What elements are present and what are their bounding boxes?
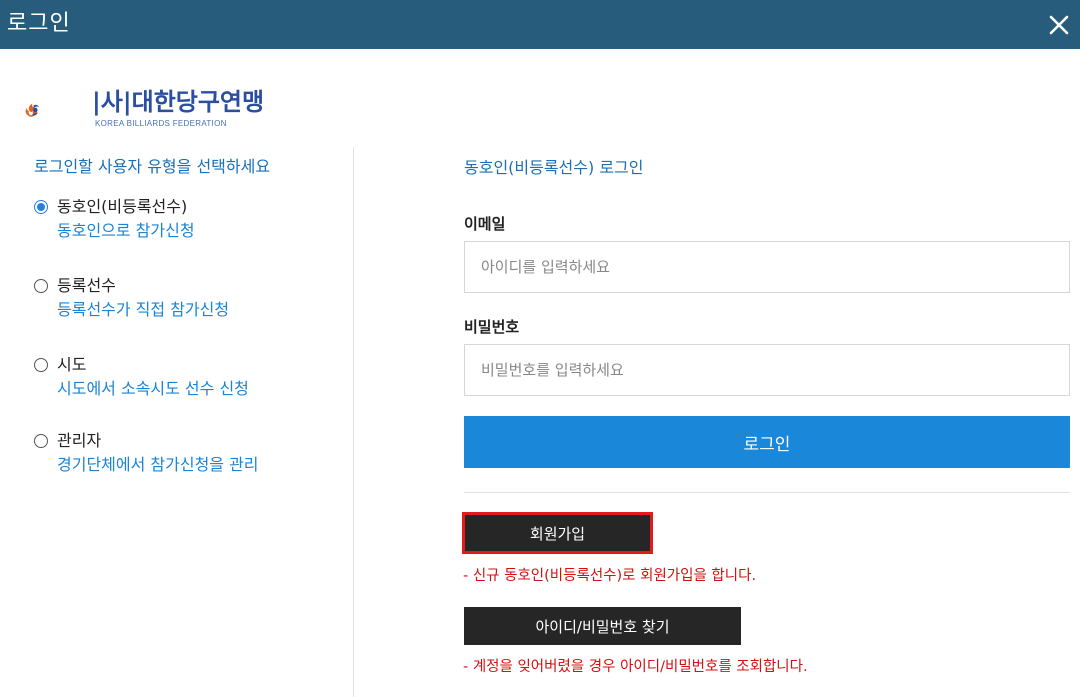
window-title: 로그인 [7, 11, 71, 36]
login-form-heading: 동호인(비등록선수) 로그인 [464, 158, 644, 177]
role-option-province[interactable]: 시도 시도에서 소속시도 선수 신청 [34, 353, 249, 401]
find-account-note: - 계정을 잊어버렸을 경우 아이디/비밀번호를 조회합니다. [463, 659, 808, 675]
role-label: 등록선수 [57, 276, 116, 295]
role-label: 동호인(비등록선수) [57, 197, 188, 216]
title-bar: 로그인 [0, 0, 1080, 49]
role-label: 관리자 [57, 431, 102, 450]
brand-subtitle: KOREA BILLIARDS FEDERATION [95, 119, 227, 128]
role-description[interactable]: 경기단체에서 참가신청을 관리 [57, 453, 259, 477]
signup-note: - 신규 동호인(비등록선수)로 회원가입을 합니다. [463, 568, 757, 584]
close-icon[interactable] [1048, 14, 1070, 36]
panel-divider [353, 147, 354, 697]
section-divider [464, 492, 1070, 493]
password-field[interactable] [464, 344, 1070, 396]
radio-button[interactable] [34, 279, 48, 293]
brand-name: |사|대한당구연맹 [92, 88, 265, 116]
login-button[interactable]: 로그인 [464, 416, 1070, 468]
role-label: 시도 [57, 355, 87, 374]
radio-button[interactable] [34, 358, 48, 372]
role-option-hobbyist[interactable]: 동호인(비등록선수) 동호인으로 참가신청 [34, 195, 195, 243]
email-label: 이메일 [464, 215, 506, 233]
radio-button[interactable] [34, 434, 48, 448]
password-label: 비밀번호 [464, 318, 520, 336]
federation-logo-icon [25, 103, 39, 117]
role-option-registered-player[interactable]: 등록선수 등록선수가 직접 참가신청 [34, 274, 229, 322]
role-description[interactable]: 동호인으로 참가신청 [57, 219, 195, 243]
radio-button-selected[interactable] [34, 200, 48, 214]
user-type-heading: 로그인할 사용자 유형을 선택하세요 [34, 157, 271, 176]
find-account-button[interactable]: 아이디/비밀번호 찾기 [464, 607, 741, 645]
role-option-admin[interactable]: 관리자 경기단체에서 참가신청을 관리 [34, 429, 259, 477]
email-field[interactable] [464, 241, 1070, 293]
role-description[interactable]: 등록선수가 직접 참가신청 [57, 298, 229, 322]
role-description[interactable]: 시도에서 소속시도 선수 신청 [57, 377, 249, 401]
signup-button[interactable]: 회원가입 [462, 512, 653, 554]
